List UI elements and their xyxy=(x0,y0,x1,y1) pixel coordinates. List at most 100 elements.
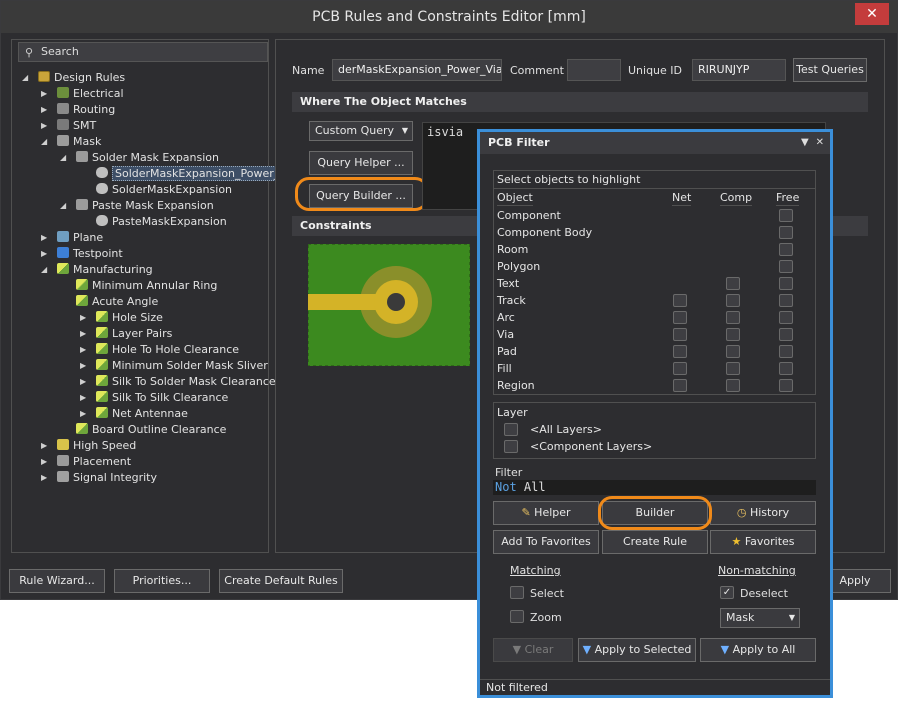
tree-label: Electrical xyxy=(73,87,124,100)
search-input[interactable]: ⚲ Search xyxy=(18,42,268,62)
priorities-button[interactable]: Priorities... xyxy=(114,569,210,593)
layer-checkbox[interactable] xyxy=(504,440,518,453)
layer-checkbox[interactable] xyxy=(504,423,518,436)
tree-item-mfg-0[interactable]: Minimum Annular Ring xyxy=(76,278,217,294)
tree-item-mask[interactable]: ◢ Mask xyxy=(41,134,102,150)
comp-checkbox[interactable] xyxy=(726,379,740,392)
tree-item-sme[interactable]: SolderMaskExpansion xyxy=(96,182,232,198)
tree-item-mfg-3[interactable]: ▶ Layer Pairs xyxy=(80,326,173,342)
tree-item-high-speed[interactable]: ▶ High Speed xyxy=(41,438,136,454)
helper-label: Helper xyxy=(534,506,571,519)
add-to-favorites-button[interactable]: Add To Favorites xyxy=(493,530,599,554)
history-button[interactable]: ◷ History xyxy=(710,501,816,525)
chevron-down-icon: ▼ xyxy=(788,613,795,622)
tree-item-plane[interactable]: ▶ Plane xyxy=(41,230,103,246)
net-checkbox[interactable] xyxy=(673,328,687,341)
test-queries-button[interactable]: Test Queries xyxy=(793,58,867,82)
clear-button[interactable]: ▼ Clear xyxy=(493,638,573,662)
tree-item-manufacturing[interactable]: ◢ Manufacturing xyxy=(41,262,153,278)
tree-item-mfg-7[interactable]: ▶ Silk To Silk Clearance xyxy=(80,390,228,406)
tree-item-mfg-1[interactable]: Acute Angle xyxy=(76,294,158,310)
close-icon[interactable]: ✕ xyxy=(855,3,889,25)
tree-item-mfg-8[interactable]: ▶ Net Antennae xyxy=(80,406,188,422)
tree-item-electrical[interactable]: ▶ Electrical xyxy=(41,86,124,102)
comp-checkbox[interactable] xyxy=(726,311,740,324)
net-checkbox[interactable] xyxy=(673,345,687,358)
free-checkbox[interactable] xyxy=(779,362,793,375)
manufacturing-rule-icon xyxy=(76,279,88,290)
comp-checkbox[interactable] xyxy=(726,294,740,307)
net-checkbox[interactable] xyxy=(673,379,687,392)
free-checkbox[interactable] xyxy=(779,243,793,256)
tree-item-mfg-5[interactable]: ▶ Minimum Solder Mask Sliver xyxy=(80,358,268,374)
free-checkbox[interactable] xyxy=(779,294,793,307)
net-checkbox[interactable] xyxy=(673,362,687,375)
free-checkbox[interactable] xyxy=(779,328,793,341)
mask-dropdown[interactable]: Mask ▼ xyxy=(720,608,800,628)
helper-button[interactable]: ✎ Helper xyxy=(493,501,599,525)
free-checkbox[interactable] xyxy=(779,311,793,324)
tree-label: Board Outline Clearance xyxy=(92,423,227,436)
highlight-builder xyxy=(598,496,712,530)
tree-item-routing[interactable]: ▶ Routing xyxy=(41,102,115,118)
tree-item-mfg-2[interactable]: ▶ Hole Size xyxy=(80,310,163,326)
tree-label: Design Rules xyxy=(54,71,126,84)
paste-mask-icon xyxy=(76,199,88,210)
net-checkbox[interactable] xyxy=(673,311,687,324)
net-checkbox[interactable] xyxy=(673,294,687,307)
apply-to-all-button[interactable]: ▼ Apply to All xyxy=(700,638,816,662)
tree-item-testpoint[interactable]: ▶ Testpoint xyxy=(41,246,123,262)
tree-item-sme-power-vias[interactable]: SolderMaskExpansion_Power_ xyxy=(96,166,283,182)
create-default-rules-button[interactable]: Create Default Rules xyxy=(219,569,343,593)
query-helper-button[interactable]: Query Helper ... xyxy=(309,151,413,175)
select-checkbox[interactable] xyxy=(510,586,524,599)
create-rule-button[interactable]: Create Rule xyxy=(602,530,708,554)
tree-item-design-rules[interactable]: ◢ Design Rules xyxy=(22,70,126,86)
search-icon: ⚲ xyxy=(25,46,34,59)
free-checkbox[interactable] xyxy=(779,277,793,290)
unique-id-field[interactable]: RIRUNJYP xyxy=(692,59,786,81)
tree-label: Layer Pairs xyxy=(112,327,173,340)
free-checkbox[interactable] xyxy=(779,226,793,239)
tree-item-signal-integrity[interactable]: ▶ Signal Integrity xyxy=(41,470,157,486)
free-checkbox[interactable] xyxy=(779,345,793,358)
comment-field[interactable] xyxy=(567,59,621,81)
tree-item-placement[interactable]: ▶ Placement xyxy=(41,454,131,470)
tree-item-solder-mask-expansion[interactable]: ◢ Solder Mask Expansion xyxy=(60,150,219,166)
zoom-label: Zoom xyxy=(530,611,562,624)
apply-to-selected-button[interactable]: ▼ Apply to Selected xyxy=(578,638,696,662)
tree-item-mfg-9[interactable]: Board Outline Clearance xyxy=(76,422,226,438)
tree-label: Acute Angle xyxy=(92,295,159,308)
rule-wizard-button[interactable]: Rule Wizard... xyxy=(9,569,105,593)
non-matching-label: Non-matching xyxy=(718,564,796,577)
manufacturing-rule-icon xyxy=(96,311,108,322)
deselect-checkbox-checked[interactable]: ✓ xyxy=(720,586,734,599)
comp-checkbox[interactable] xyxy=(726,345,740,358)
name-field[interactable]: derMaskExpansion_Power_Vias xyxy=(332,59,502,81)
custom-query-dropdown[interactable]: Custom Query ▼ xyxy=(309,121,413,141)
manufacturing-icon xyxy=(57,263,69,274)
manufacturing-rule-icon xyxy=(96,343,108,354)
tree-item-smt[interactable]: ▶ SMT xyxy=(41,118,97,134)
comp-checkbox[interactable] xyxy=(726,328,740,341)
tree-item-mfg-4[interactable]: ▶ Hole To Hole Clearance xyxy=(80,342,239,358)
free-checkbox[interactable] xyxy=(779,379,793,392)
free-checkbox[interactable] xyxy=(779,209,793,222)
free-checkbox[interactable] xyxy=(779,260,793,273)
favorites-button[interactable]: ★ Favorites xyxy=(710,530,816,554)
highlight-query-builder xyxy=(295,177,429,211)
comp-checkbox[interactable] xyxy=(726,277,740,290)
signal-integrity-icon xyxy=(57,471,69,482)
tree-item-paste-mask-expansion[interactable]: ◢ Paste Mask Expansion xyxy=(60,198,214,214)
zoom-checkbox[interactable] xyxy=(510,610,524,623)
smt-icon xyxy=(57,119,69,130)
chevron-down-icon: ▼ xyxy=(401,126,408,135)
comp-checkbox[interactable] xyxy=(726,362,740,375)
panel-menu-close-icon[interactable]: ▼ ✕ xyxy=(801,132,824,154)
tree-label: Mask xyxy=(73,135,102,148)
tree-item-pme[interactable]: PasteMaskExpansion xyxy=(96,214,227,230)
filter-expression[interactable]: Not All xyxy=(493,480,816,495)
tree-item-mfg-6[interactable]: ▶ Silk To Solder Mask Clearance xyxy=(80,374,276,390)
manufacturing-rule-icon xyxy=(96,407,108,418)
tree-label: SMT xyxy=(73,119,97,132)
